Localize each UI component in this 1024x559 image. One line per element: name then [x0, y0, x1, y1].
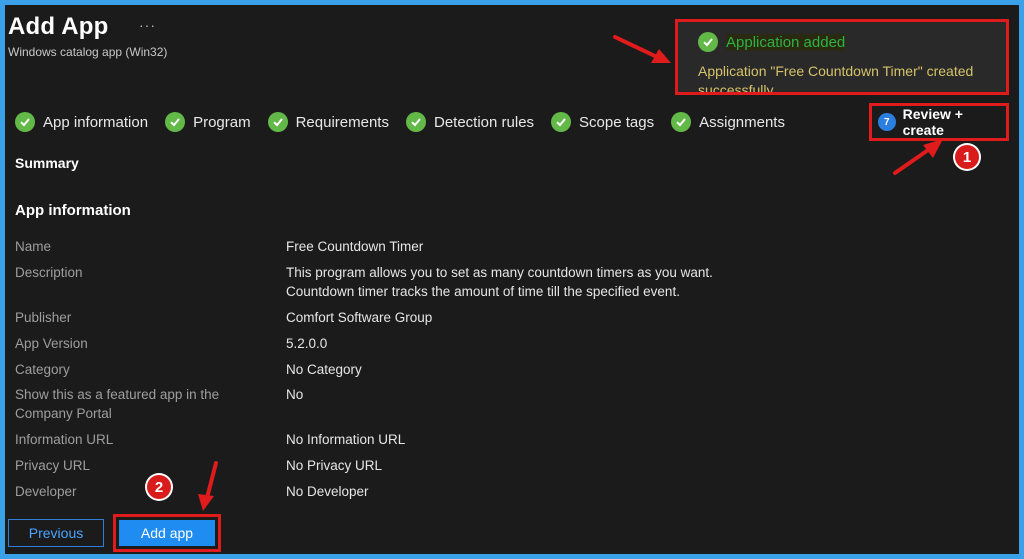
- annotation-arrows: [198, 35, 943, 511]
- add-app-blade: Add App ··· Windows catalog app (Win32) …: [5, 5, 1019, 554]
- annotation-badge-2: 2: [147, 475, 171, 499]
- annotation-badge-1: 1: [955, 145, 979, 169]
- arrow-head-add-app: [198, 494, 214, 511]
- arrow-to-add-app: [205, 461, 218, 500]
- arrow-head-review-create: [923, 139, 943, 158]
- arrow-to-notification: [613, 35, 659, 59]
- arrow-to-review-create: [893, 146, 933, 175]
